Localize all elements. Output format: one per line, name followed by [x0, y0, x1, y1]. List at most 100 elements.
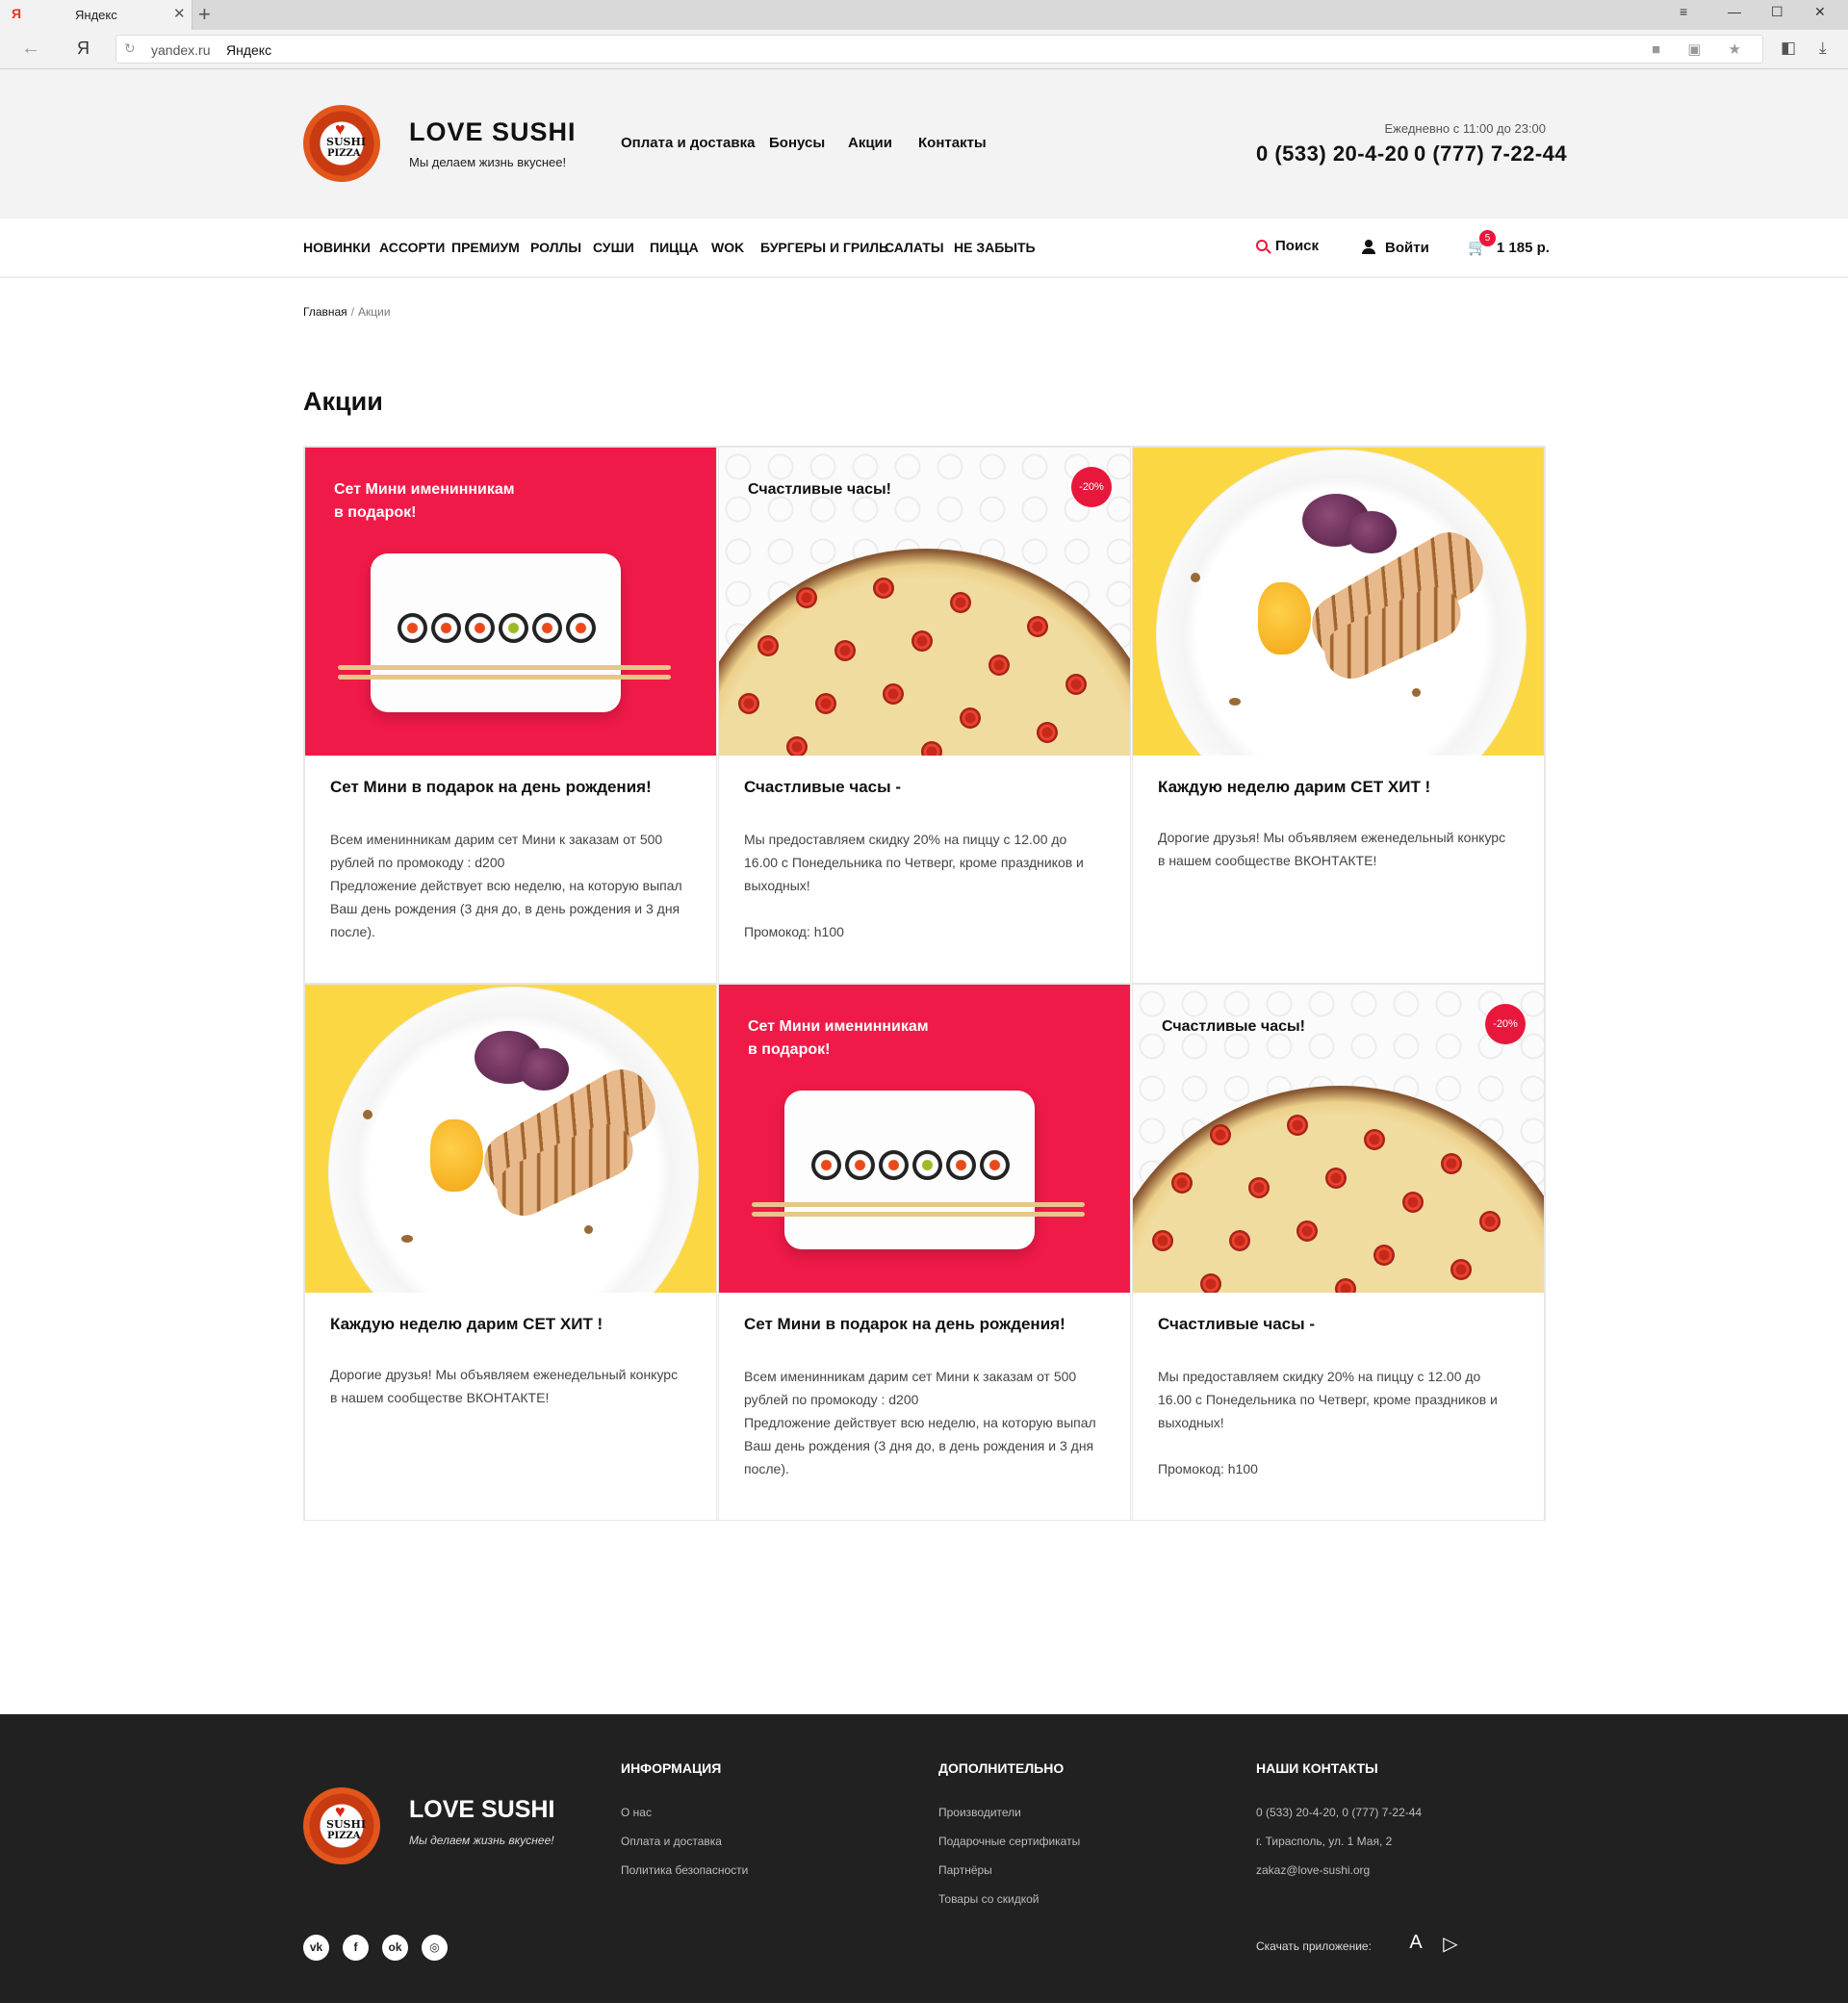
footer-link-partners[interactable]: Партнёры	[938, 1863, 992, 1877]
footer-link-privacy[interactable]: Политика безопасности	[621, 1863, 748, 1877]
sushi-plate-image	[371, 553, 621, 712]
menu-contacts[interactable]: Контакты	[918, 135, 987, 151]
search-button[interactable]: Поиск	[1256, 238, 1319, 254]
address-domain: yandex.ru	[151, 42, 211, 58]
address-bar[interactable]: ↻ yandex.ru Яндекс ■ ▣ ★	[116, 35, 1763, 64]
menu-promotions[interactable]: Акции	[848, 135, 892, 151]
promo-card[interactable]: Каждую неделю дарим СЕТ ХИТ ! Дорогие др…	[1132, 447, 1545, 984]
facebook-icon[interactable]: f	[343, 1935, 369, 1961]
address-page-title: Яндекс	[226, 42, 272, 58]
sushi-plate-image	[784, 1091, 1035, 1249]
logo-text-sushi: SUSHI	[326, 1818, 367, 1831]
category-sushi[interactable]: Суши	[593, 240, 634, 255]
download-icon[interactable]: ⤓	[1819, 39, 1827, 58]
breadcrumb-separator: /	[350, 305, 355, 319]
footer-contacts-heading: Наши контакты	[1256, 1760, 1378, 1776]
footer-link-payment[interactable]: Оплата и доставка	[621, 1835, 722, 1848]
promo-card[interactable]: Счастливые часы! -20% Счастливые часы - …	[1132, 984, 1545, 1521]
promo-image-pizza: Счастливые часы! -20%	[719, 448, 1130, 756]
footer-link-gift-cards[interactable]: Подарочные сертификаты	[938, 1835, 1080, 1848]
user-icon	[1362, 240, 1375, 254]
menu-bonuses[interactable]: Бонусы	[769, 135, 825, 151]
brand-name[interactable]: LOVE SUSHI	[409, 117, 577, 147]
footer-contact-email[interactable]: zakaz@love-sushi.org	[1256, 1863, 1370, 1877]
odnoklassniki-icon[interactable]: ok	[382, 1935, 408, 1961]
footer-link-manufacturers[interactable]: Производители	[938, 1806, 1021, 1819]
address-action-icons[interactable]: ■ ▣ ★	[1652, 40, 1753, 58]
promo-description: Мы предоставляем скидку 20% на пиццу с 1…	[744, 832, 1084, 939]
reload-icon[interactable]: ↻	[124, 40, 136, 57]
promo-card[interactable]: Каждую неделю дарим СЕТ ХИТ ! Дорогие др…	[304, 984, 717, 1521]
logo-text-pizza: PIZZA	[327, 1831, 361, 1841]
window-close-icon[interactable]: ✕	[1814, 4, 1826, 20]
promo-card[interactable]: Сет Мини именинникам в подарок! Сет Мини…	[304, 447, 717, 984]
promo-title[interactable]: Сет Мини в подарок на день рождения!	[744, 1315, 1107, 1334]
vk-icon[interactable]: vk	[303, 1935, 329, 1961]
footer-contact-address: г. Тирасполь, ул. 1 Мая, 2	[1256, 1835, 1393, 1848]
minimize-icon[interactable]: —	[1728, 4, 1741, 19]
promo-image-caption: Сет Мини именинникам в подарок!	[334, 481, 515, 521]
yandex-home-button[interactable]: Я	[77, 39, 90, 59]
promo-image-caption: Сет Мини именинникам в подарок!	[748, 1018, 929, 1058]
brand-tagline: Мы делаем жизнь вкуснее!	[409, 155, 567, 169]
category-new[interactable]: Новинки	[303, 240, 371, 255]
promo-grid: Сет Мини именинникам в подарок! Сет Мини…	[303, 446, 1546, 1521]
category-rolls[interactable]: Роллы	[530, 240, 581, 255]
login-button[interactable]: Войти	[1362, 238, 1429, 256]
promo-image-caption: Счастливые часы!	[748, 481, 891, 498]
footer-link-about[interactable]: О нас	[621, 1806, 652, 1819]
category-nav: Новинки Ассорти Премиум Роллы Суши Пицца…	[0, 218, 1848, 278]
login-label: Войти	[1385, 240, 1429, 256]
footer-contact-phones[interactable]: 0 (533) 20-4-20, 0 (777) 7-22-44	[1256, 1806, 1422, 1819]
promo-title[interactable]: Счастливые часы -	[744, 778, 1107, 797]
footer-tagline: Мы делаем жизнь вкуснее!	[409, 1834, 554, 1847]
promo-title[interactable]: Каждую неделю дарим СЕТ ХИТ !	[330, 1315, 693, 1334]
search-label: Поиск	[1275, 238, 1320, 254]
discount-badge: -20%	[1071, 467, 1112, 507]
promo-title[interactable]: Счастливые часы -	[1158, 1315, 1521, 1334]
pizza-image	[719, 549, 1130, 756]
promo-title[interactable]: Каждую неделю дарим СЕТ ХИТ !	[1158, 778, 1521, 797]
working-hours: Ежедневно с 11:00 до 23:00	[1384, 121, 1546, 136]
footer-link-discounts[interactable]: Товары со скидкой	[938, 1892, 1039, 1906]
promo-card[interactable]: Сет Мини именинникам в подарок! Сет Мини…	[718, 984, 1131, 1521]
category-wok[interactable]: WOK	[711, 240, 744, 255]
tab-close-icon[interactable]: ✕	[173, 5, 186, 22]
category-dont-forget[interactable]: Не забыть	[954, 240, 1036, 255]
promo-image-sushi: Сет Мини именинникам в подарок!	[305, 448, 716, 756]
site-logo[interactable]: ♥ SUSHI PIZZA	[303, 105, 380, 182]
extension-icon[interactable]: ◧	[1781, 39, 1796, 58]
promo-card[interactable]: Счастливые часы! -20% Счастливые часы - …	[718, 447, 1131, 984]
footer-logo[interactable]: ♥ SUSHI PIZZA	[303, 1787, 380, 1864]
cart-count-badge: 5	[1479, 230, 1496, 246]
site-footer: ♥ SUSHI PIZZA LOVE SUSHI Мы делаем жизнь…	[0, 1714, 1848, 2003]
phone-2[interactable]: 0 (777) 7-22-44	[1414, 141, 1567, 167]
browser-tab-strip: Я Яндекс ✕ + ≡ — ☐ ✕	[0, 0, 1848, 30]
app-store-icon[interactable]: A	[1403, 1932, 1428, 1961]
search-icon	[1256, 240, 1268, 251]
instagram-icon[interactable]: ◎	[422, 1935, 448, 1961]
category-salads[interactable]: Салаты	[885, 240, 944, 255]
promo-description: Дорогие друзья! Мы объявляем еженедельны…	[1158, 830, 1506, 868]
new-tab-icon[interactable]: +	[198, 2, 211, 27]
page-title: Акции	[303, 387, 383, 416]
browser-tab[interactable]: Я Яндекс ✕	[0, 0, 192, 30]
footer-extra-heading: Дополнительно	[938, 1760, 1065, 1776]
promo-image-sushi: Сет Мини именинникам в подарок!	[719, 985, 1130, 1293]
menu-payment-delivery[interactable]: Оплата и доставка	[621, 135, 755, 151]
browser-menu-icon[interactable]: ≡	[1680, 4, 1687, 19]
google-play-icon[interactable]: ▷	[1438, 1932, 1463, 1961]
category-assorted[interactable]: Ассорти	[379, 240, 445, 255]
promo-image-pizza: Счастливые часы! -20%	[1133, 985, 1544, 1293]
promo-title[interactable]: Сет Мини в подарок на день рождения!	[330, 778, 693, 797]
category-pizza[interactable]: Пицца	[650, 240, 699, 255]
breadcrumb-home[interactable]: Главная	[303, 305, 347, 319]
back-arrow-icon[interactable]: ←	[21, 38, 40, 60]
breadcrumb-current: Акции	[358, 305, 391, 319]
category-burgers-grill[interactable]: Бургеры и гриль	[760, 240, 888, 255]
phone-1[interactable]: 0 (533) 20-4-20	[1256, 141, 1409, 167]
category-premium[interactable]: Премиум	[451, 240, 520, 255]
maximize-icon[interactable]: ☐	[1771, 4, 1784, 20]
promo-description: Дорогие друзья! Мы объявляем еженедельны…	[330, 1367, 679, 1405]
pizza-image	[1133, 1086, 1544, 1293]
